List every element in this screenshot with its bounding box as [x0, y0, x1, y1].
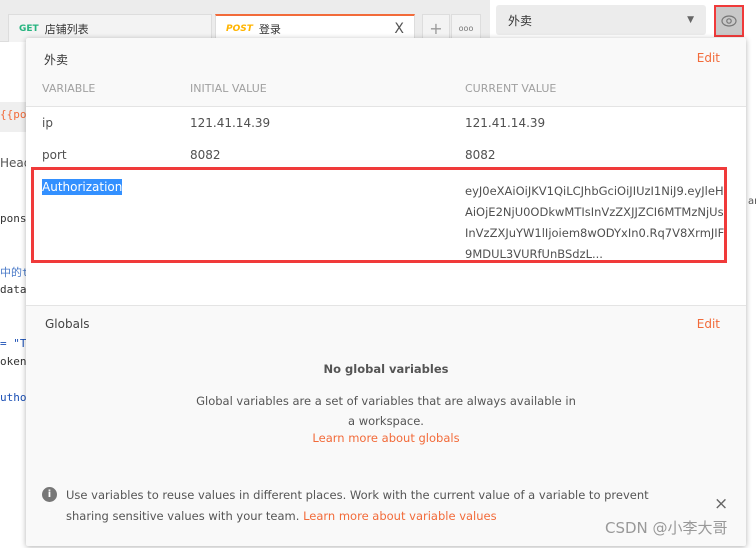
tab-title: 登录	[258, 23, 281, 36]
column-initial-value: INITIAL VALUE	[190, 82, 267, 95]
variable-initial: 8082	[190, 148, 221, 162]
environment-quick-look-popup: 外卖 Edit VARIABLE INITIAL VALUE CURRENT V…	[26, 38, 746, 546]
variable-initial: 121.41.14.39	[190, 116, 271, 130]
variable-current: 8082	[465, 148, 496, 162]
watermark: CSDN @小李大哥	[605, 519, 728, 537]
code-fragment: 中的t	[0, 266, 29, 279]
code-fragment: oken	[0, 355, 27, 368]
learn-variable-values-link[interactable]: Learn more about variable values	[303, 509, 497, 523]
info-message: Use variables to reuse values in differe…	[66, 485, 686, 527]
close-info-icon[interactable]: ×	[714, 494, 728, 514]
edit-globals-link[interactable]: Edit	[697, 317, 720, 331]
column-current-value: CURRENT VALUE	[465, 82, 557, 95]
chevron-down-icon: ▼	[687, 15, 694, 25]
method-label: GET	[19, 23, 39, 34]
close-tab-icon[interactable]: X	[394, 21, 404, 37]
learn-globals-link[interactable]: Learn more about globals	[26, 431, 746, 445]
tab-title: 店铺列表	[44, 22, 89, 36]
environment-select[interactable]: 外卖 ▼	[496, 5, 706, 35]
column-variable: VARIABLE	[42, 82, 96, 95]
right-fragment: ar	[748, 196, 756, 207]
method-label: POST	[226, 24, 253, 34]
variable-current: 121.41.14.39	[465, 116, 546, 130]
variable-name: ip	[42, 116, 53, 130]
environment-title: 外卖	[44, 53, 69, 67]
environment-name: 外卖	[508, 13, 533, 28]
no-globals-description: Global variables are a set of variables …	[196, 394, 576, 428]
globals-title: Globals	[45, 317, 90, 331]
variable-name: port	[42, 148, 67, 162]
url-fragment: {{por	[0, 102, 26, 132]
highlight-box	[31, 167, 727, 263]
no-globals-title: No global variables	[323, 362, 449, 376]
eye-icon	[721, 15, 737, 27]
info-icon: i	[42, 487, 57, 502]
environment-quick-look-button[interactable]	[714, 5, 744, 37]
edit-environment-link[interactable]: Edit	[697, 51, 720, 65]
